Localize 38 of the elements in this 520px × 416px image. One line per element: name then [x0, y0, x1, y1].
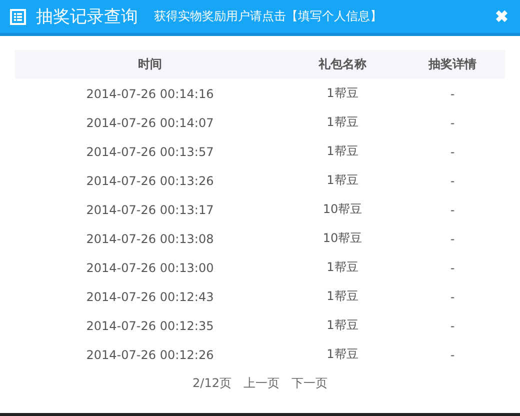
table-cell-text: 2014-07-26 00:13:00 [85, 260, 215, 276]
table-cell: - [400, 79, 505, 108]
table-cell-text: 1帮豆 [326, 317, 360, 334]
table-cell-text: 1帮豆 [326, 288, 360, 305]
list-icon [10, 8, 26, 24]
table-cell-text: 2014-07-26 00:12:43 [85, 288, 215, 306]
column-header: 时间 [15, 50, 285, 79]
table-cell-text: 2014-07-26 00:14:07 [85, 114, 215, 132]
table-cell-text: 2014-07-26 00:13:17 [85, 202, 215, 218]
table-cell-text: - [449, 114, 456, 132]
table-cell-text: - [449, 230, 456, 248]
next-page-link[interactable]: 下一页 [291, 375, 328, 392]
page-indicator: 2/12页 [192, 375, 232, 392]
column-header: 礼包名称 [285, 50, 400, 79]
table-cell-text: - [449, 346, 456, 364]
table-cell: 1帮豆 [285, 79, 400, 108]
table-cell-text: - [449, 172, 456, 190]
table-cell-text: - [449, 202, 456, 218]
table-cell-text: 2014-07-26 00:13:08 [85, 230, 215, 248]
table-cell-text: - [449, 260, 456, 276]
table-cell: 2014-07-26 00:14:16 [15, 79, 285, 108]
table-cell-text: 2014-07-26 00:12:26 [85, 346, 215, 364]
table-cell-text: 1帮豆 [326, 172, 360, 189]
table-cell-text: - [449, 288, 456, 306]
table-cell-text: - [449, 318, 456, 334]
window-title: 抽奖记录查询 [36, 6, 138, 28]
previous-page-link[interactable]: 上一页 [243, 375, 280, 392]
table-cell-text: 1帮豆 [326, 346, 360, 363]
table-cell-text: 2014-07-26 00:13:26 [85, 172, 215, 190]
table-cell-text: 1帮豆 [326, 143, 360, 160]
table-cell-text: 1帮豆 [326, 114, 360, 131]
table-cell-text: 10帮豆 [322, 230, 364, 247]
column-header: 抽奖详情 [400, 50, 505, 79]
table-cell-text: - [449, 144, 456, 160]
table-cell-text: 2014-07-26 00:12:35 [85, 318, 215, 334]
table-cell-text: 2014-07-26 00:13:57 [85, 144, 215, 160]
table-cell-text: 1帮豆 [326, 259, 360, 276]
table-cell-text: 10帮豆 [322, 201, 364, 218]
